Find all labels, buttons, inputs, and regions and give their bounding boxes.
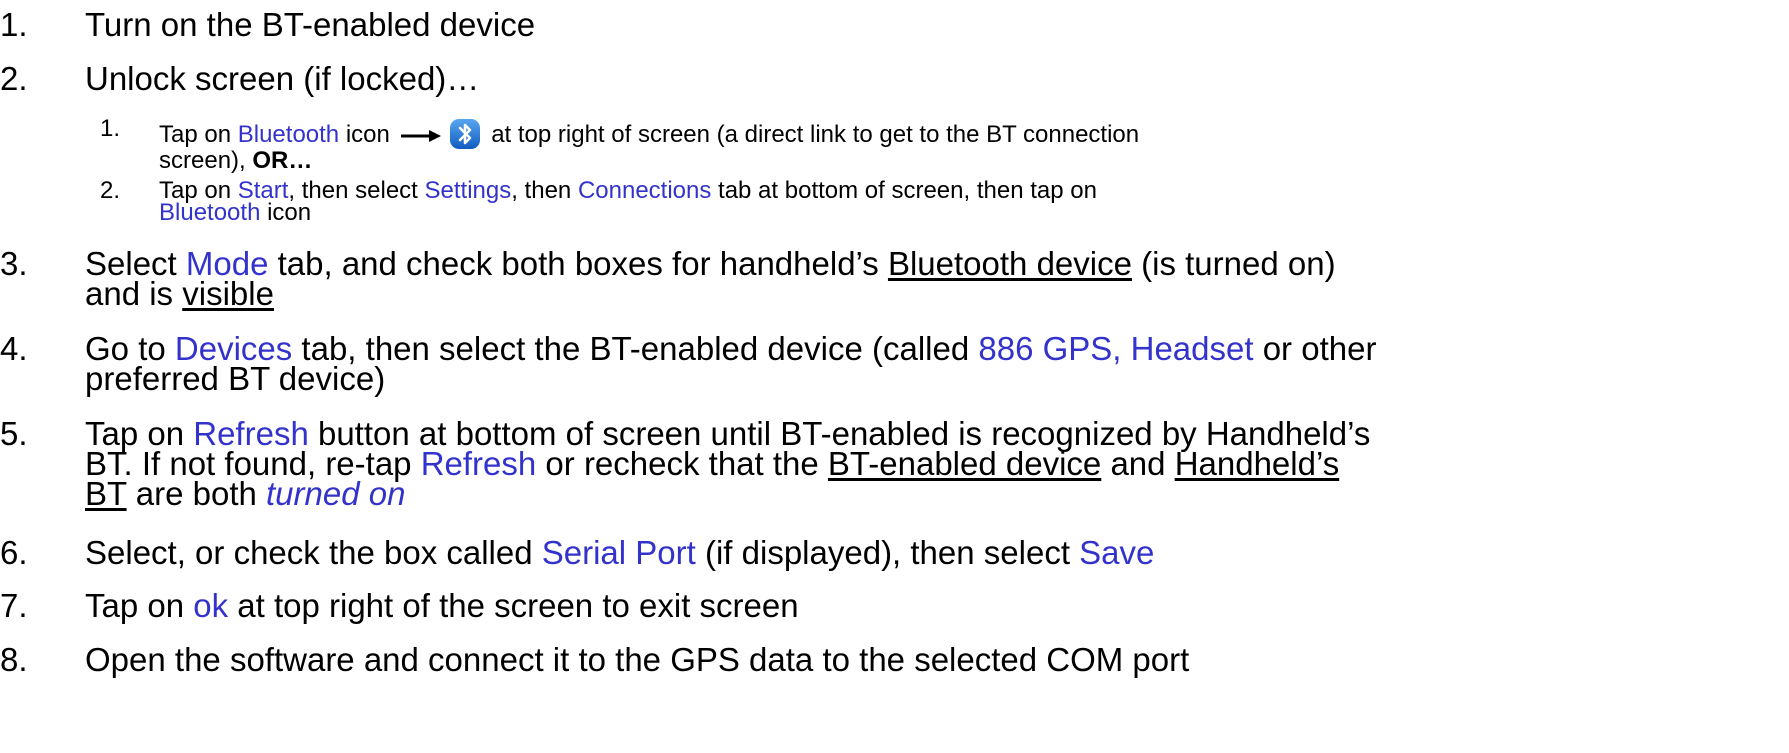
text-run: or other	[1253, 330, 1377, 367]
step-text: Tap on ok at top right of the screen to …	[85, 589, 1775, 622]
text-run: Select, or check the box called	[85, 534, 542, 571]
step-number: 2.	[0, 60, 28, 97]
step-number: 1.	[0, 6, 28, 43]
step-number: 4.	[0, 330, 28, 367]
handhelds-underlined: Handheld’s	[1174, 445, 1340, 482]
step-text: Select Mode tab, and check both boxes fo…	[85, 247, 1775, 312]
bluetooth-icon	[449, 119, 480, 149]
instruction-slide: 1. Turn on the BT-enabled device 2. Unlo…	[0, 0, 1789, 753]
step-number: 8.	[0, 641, 28, 678]
substep-number: 2.	[100, 177, 121, 204]
substep-text: Tap on Start, then select Settings, then…	[159, 177, 1779, 226]
bluetooth-device-underlined: Bluetooth device	[887, 245, 1132, 282]
step-text: Tap on Refresh button at bottom of scree…	[85, 417, 1775, 512]
substep-number: 1.	[100, 115, 121, 142]
step-number: 3.	[0, 245, 28, 282]
text-run: (is turned on)	[1131, 245, 1336, 282]
turned-on-emphasis: turned on	[266, 475, 406, 512]
text-run: at top right of the screen to exit scree…	[228, 587, 799, 624]
save-link: Save	[1079, 534, 1155, 571]
connections-link: Connections	[577, 177, 712, 204]
substep-text: Tap on Bluetooth icon at top right of sc…	[159, 118, 1779, 174]
text-run: icon	[260, 199, 312, 226]
step-text: Go to Devices tab, then select the BT-en…	[85, 332, 1775, 397]
step-text: Turn on the BT-enabled device	[85, 6, 536, 43]
step-number: 6.	[0, 534, 28, 571]
step-number: 7.	[0, 587, 28, 624]
step-text: Unlock screen (if locked)…	[85, 60, 480, 97]
visible-underlined: visible	[182, 275, 274, 312]
text-run: tab, then select the BT-enabled device (…	[292, 330, 979, 367]
bt-underlined: BT	[85, 475, 127, 512]
text-run: , then	[511, 177, 578, 204]
step-text: Select, or check the box called Serial P…	[85, 536, 1775, 569]
text-run: Tap on	[159, 121, 238, 148]
right-arrow-icon	[400, 129, 441, 142]
text-run: or recheck that the	[536, 445, 828, 482]
bluetooth-link: Bluetooth	[159, 199, 261, 226]
bluetooth-link: Bluetooth	[237, 121, 340, 148]
text-run: (if displayed), then select	[695, 534, 1080, 571]
text-run: are both	[126, 475, 267, 512]
text-run: preferred BT device)	[85, 360, 386, 397]
step-number: 5.	[0, 415, 28, 452]
text-run: and is	[85, 275, 183, 312]
refresh-link: Refresh	[420, 445, 537, 482]
or-emphasis: OR…	[252, 147, 313, 174]
text-run: tab at bottom of screen, then tap on	[711, 177, 1097, 204]
text-run: and	[1101, 445, 1175, 482]
settings-link: Settings	[424, 177, 512, 204]
text-run: at top right of screen (a direct link to…	[484, 121, 1140, 148]
text-run: tab, and check both boxes for handheld’s	[268, 245, 888, 282]
step-text: Open the software and connect it to the …	[85, 641, 1190, 678]
text-run: Tap on	[85, 587, 194, 624]
serial-port-link: Serial Port	[541, 534, 696, 571]
bt-enabled-device-underlined: BT-enabled device	[827, 445, 1102, 482]
text-run: screen),	[159, 147, 253, 174]
text-run: icon	[339, 121, 397, 148]
ok-link: ok	[193, 587, 229, 624]
device-names-link: 886 GPS, Headset	[978, 330, 1254, 367]
